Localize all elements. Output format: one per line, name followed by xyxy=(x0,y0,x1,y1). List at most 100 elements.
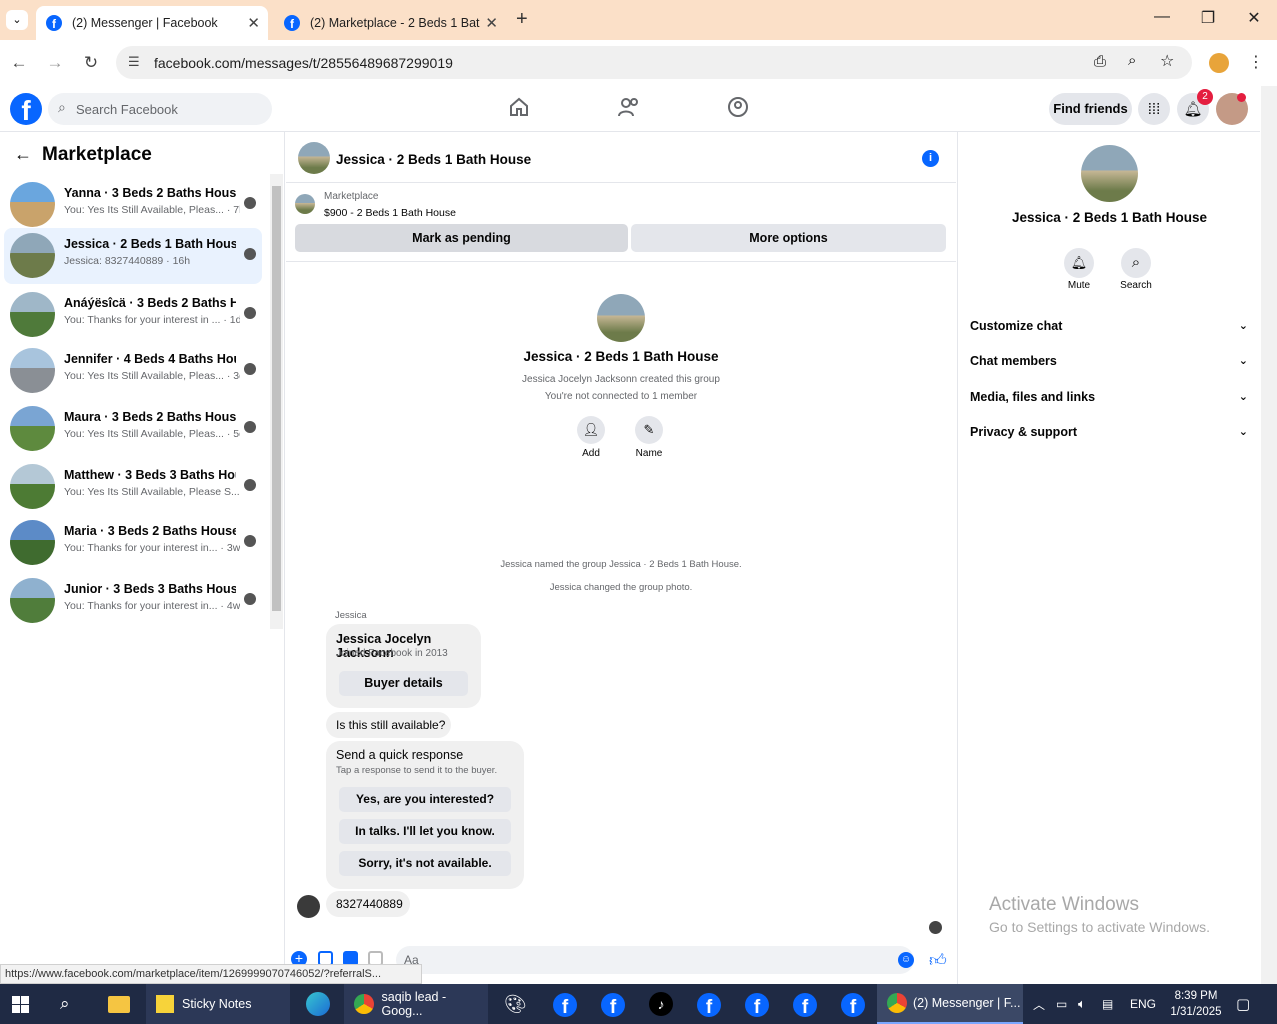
listing-thumbnail xyxy=(10,578,55,623)
conversation-item[interactable]: Matthew · 3 Beds 3 Baths House You: Yes I… xyxy=(4,459,262,515)
mute-button[interactable]: 🔔︎ xyxy=(1064,248,1094,278)
site-info-icon[interactable]: ☰ xyxy=(128,54,140,70)
section-chat-members[interactable]: Chat members ⌄ xyxy=(970,354,1248,368)
chevron-down-icon: ⌄ xyxy=(1238,391,1248,403)
group-connection: You're not connected to 1 member xyxy=(544,391,698,402)
info-title: Jessica · 2 Beds 1 Bath House xyxy=(1011,210,1208,225)
forward-button[interactable]: → xyxy=(42,50,68,76)
close-icon[interactable]: ✕ xyxy=(485,14,498,32)
read-receipt-avatar xyxy=(929,921,942,934)
facebook-icon: f xyxy=(284,15,300,31)
mark-pending-button[interactable]: Mark as pending xyxy=(295,224,628,252)
message-bubble: Is this still available? xyxy=(326,712,451,738)
home-icon[interactable] xyxy=(508,96,530,118)
file-explorer-icon[interactable] xyxy=(108,984,130,1024)
section-media-files[interactable]: Media, files and links ⌄ xyxy=(970,390,1248,404)
group-name: Jessica · 2 Beds 1 Bath House xyxy=(523,349,719,364)
find-friends-button[interactable]: Find friends xyxy=(1049,93,1132,125)
minimize-button[interactable]: — xyxy=(1148,8,1176,32)
restore-button[interactable]: ❐ xyxy=(1194,8,1222,32)
add-person-icon: 👤︎ xyxy=(582,422,600,437)
conversation-item[interactable]: Anáýësîcä · 3 Beds 2 Baths H... You: Than… xyxy=(4,287,262,343)
window-close-button[interactable]: ✕ xyxy=(1240,8,1268,32)
conversation-item[interactable]: Maria · 3 Beds 2 Baths House You: Thanks … xyxy=(4,515,262,571)
address-url: facebook.com/messages/t/2855648968729901… xyxy=(154,55,453,71)
facebook-icon[interactable]: f xyxy=(841,993,865,1017)
section-customize-chat[interactable]: Customize chat ⌄ xyxy=(970,319,1248,333)
facebook-icon[interactable]: f xyxy=(697,993,721,1017)
section-privacy-support[interactable]: Privacy & support ⌄ xyxy=(970,425,1248,439)
bookmark-star-icon[interactable]: ☆ xyxy=(1160,51,1174,71)
tab-marketplace[interactable]: f (2) Marketplace - 2 Beds 1 Bath ✕ xyxy=(274,6,506,40)
participant-avatar xyxy=(244,479,256,491)
conversation-item[interactable]: Jennifer · 4 Beds 4 Baths Hou... You: Yes… xyxy=(4,343,262,399)
conversation-item[interactable]: Maura · 3 Beds 2 Baths House You: Yes Its… xyxy=(4,401,262,457)
start-windows-icon[interactable] xyxy=(12,984,29,1024)
facebook-icon[interactable]: f xyxy=(601,993,625,1017)
quick-reply-not-available[interactable]: Sorry, it's not available. xyxy=(339,851,511,876)
tray-chevron-icon[interactable]: ︿ xyxy=(1033,984,1045,1024)
more-options-button[interactable]: More options xyxy=(631,224,946,252)
listing-banner[interactable]: Marketplace $900 - 2 Beds 1 Bath House M… xyxy=(286,184,956,262)
quick-reply-in-talks[interactable]: In talks. I'll let you know. xyxy=(339,819,511,844)
install-app-icon[interactable]: ⎙ xyxy=(1094,53,1106,70)
conversation-item[interactable]: Junior · 3 Beds 3 Baths House You: Thanks… xyxy=(4,573,262,629)
quick-reply-yes[interactable]: Yes, are you interested? xyxy=(339,787,511,812)
clock[interactable]: 8:39 PM 1/31/2025 xyxy=(1164,984,1228,1024)
edge-icon[interactable] xyxy=(306,984,330,1024)
taskbar-search-icon[interactable]: ⌕ xyxy=(60,984,70,1024)
taskbar-chrome-lead[interactable]: saqib lead - Goog... xyxy=(344,984,488,1024)
search-input[interactable]: ⌕ Search Facebook xyxy=(48,93,272,125)
tiktok-icon[interactable]: ♪ xyxy=(649,984,673,1024)
back-button[interactable]: ← xyxy=(6,50,32,76)
paint-app-icon[interactable]: 🎨︎ xyxy=(504,984,527,1024)
taskbar-sticky-notes[interactable]: Sticky Notes xyxy=(146,984,290,1024)
network-icon[interactable]: ▤ xyxy=(1102,984,1113,1024)
buyer-details-button[interactable]: Buyer details xyxy=(339,671,468,696)
facebook-icon[interactable]: f xyxy=(553,993,577,1017)
info-icon[interactable]: i xyxy=(922,150,939,167)
search-icon: ⌕ xyxy=(1131,254,1141,271)
groups-icon[interactable] xyxy=(727,96,749,118)
like-thumb-icon[interactable]: 👍︎ xyxy=(929,950,947,971)
tab-messenger[interactable]: f (2) Messenger | Facebook ✕ xyxy=(36,6,268,40)
conversation-item[interactable]: Jessica · 2 Beds 1 Bath House Jessica: 83… xyxy=(4,228,262,284)
tab-search-button[interactable]: ⌄ xyxy=(6,10,28,30)
page-scrollbar[interactable] xyxy=(1261,86,1277,984)
notification-badge: 2 xyxy=(1197,89,1213,105)
emoji-icon[interactable]: ☺ xyxy=(898,952,914,968)
chat-title[interactable]: Jessica · 2 Beds 1 Bath House xyxy=(336,152,531,167)
menu-grid-icon[interactable]: ⁞⁞⁞ xyxy=(1138,93,1170,125)
reload-button[interactable]: ↻ xyxy=(78,50,104,76)
facebook-icon[interactable]: f xyxy=(793,993,817,1017)
search-in-chat-button[interactable]: ⌕ xyxy=(1121,248,1151,278)
back-arrow-icon[interactable]: ← xyxy=(14,144,32,165)
language-indicator[interactable]: ENG xyxy=(1130,984,1156,1024)
new-tab-button[interactable]: + xyxy=(516,8,528,31)
chat-info-panel: Jessica · 2 Beds 1 Bath House 🔔︎ Mute ⌕ … xyxy=(957,132,1260,984)
close-icon[interactable]: ✕ xyxy=(247,14,260,32)
facebook-icon[interactable]: f xyxy=(745,993,769,1017)
add-member-button[interactable]: 👤︎ xyxy=(577,416,605,444)
profile-avatar-icon[interactable] xyxy=(1209,53,1229,73)
rename-button[interactable]: ✎ xyxy=(635,416,663,444)
chrome-icon xyxy=(887,993,907,1013)
taskbar-chrome-messenger[interactable]: (2) Messenger | F... xyxy=(877,984,1023,1024)
menu-kebab-icon[interactable]: ⋮ xyxy=(1248,52,1264,72)
notifications-center-icon[interactable]: ▢ xyxy=(1236,984,1250,1024)
listing-thumbnail xyxy=(10,464,55,509)
conversation-item[interactable]: Yanna · 3 Beds 2 Baths House You: Yes Its… xyxy=(4,177,262,233)
address-bar[interactable]: ☰ facebook.com/messages/t/28556489687299… xyxy=(116,46,1192,79)
facebook-logo-icon[interactable]: f xyxy=(10,93,42,125)
chat-avatar[interactable] xyxy=(298,142,330,174)
zoom-icon[interactable]: ⌕ xyxy=(1128,52,1136,69)
volume-icon[interactable]: 🔈︎ xyxy=(1078,984,1086,1024)
scrollbar[interactable] xyxy=(270,174,283,629)
message-input[interactable]: Aa xyxy=(396,946,914,974)
participant-avatar xyxy=(244,363,256,375)
conversation-snippet: You: Thanks for your interest in... · 4w xyxy=(64,600,240,612)
listing-info: $900 - 2 Beds 1 Bath House xyxy=(324,207,456,219)
sender-avatar xyxy=(297,895,320,918)
friends-icon[interactable] xyxy=(617,96,641,118)
tray-meet-icon[interactable]: ▭ xyxy=(1056,984,1067,1024)
